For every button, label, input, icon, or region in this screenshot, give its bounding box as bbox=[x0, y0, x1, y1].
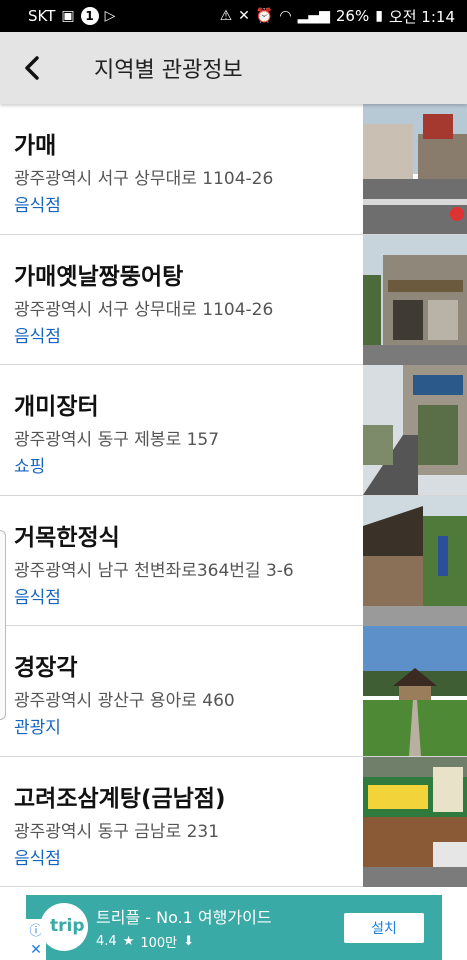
place-thumbnail bbox=[363, 495, 467, 626]
place-name: 고려조삼계탕(금남점) bbox=[14, 785, 226, 812]
list-item[interactable]: 개미장터 광주광역시 동구 제봉로 157 쇼핑 bbox=[0, 365, 467, 496]
place-name: 개미장터 bbox=[14, 394, 99, 420]
place-address: 광주광역시 서구 상무대로 1104-26 bbox=[14, 299, 274, 320]
alarm-icon: ⏰ bbox=[255, 8, 274, 24]
ad-meta: 4.4 ★ 100만 ⬇ bbox=[96, 932, 194, 951]
ad-rating: 4.4 bbox=[96, 934, 117, 949]
place-category: 관광지 bbox=[14, 718, 61, 738]
status-right: ⚠ ✕ ⏰ ◠ ▂▄▆ 26% ▮ 오전 1:14 bbox=[220, 6, 455, 27]
mute-icon: ✕ bbox=[238, 8, 250, 24]
page-title: 지역별 관광정보 bbox=[94, 58, 243, 83]
place-address: 광주광역시 동구 금남로 231 bbox=[14, 821, 220, 842]
install-button[interactable]: 설치 bbox=[344, 913, 424, 943]
list-item[interactable]: 가매옛날짱뚱어탕 광주광역시 서구 상무대로 1104-26 음식점 bbox=[0, 234, 467, 365]
ad-downloads: 100만 bbox=[140, 936, 178, 951]
place-category: 음식점 bbox=[14, 326, 61, 347]
place-name: 경장각 bbox=[14, 655, 78, 681]
place-address: 광주광역시 동구 제봉로 157 bbox=[14, 430, 220, 450]
place-address: 광주광역시 서구 상무대로 1104-26 bbox=[14, 169, 274, 189]
list-item[interactable]: 거목한정식 광주광역시 남구 천변좌로364번길 3-6 음식점 bbox=[0, 495, 467, 626]
play-store-icon: ▷ bbox=[104, 8, 116, 24]
status-left: SKT ▣ 1 ▷ bbox=[28, 7, 115, 25]
place-list: 가매 광주광역시 서구 상무대로 1104-26 음식점 가매옛날짱뚱어탕 광주… bbox=[0, 104, 467, 887]
list-item[interactable]: 고려조삼계탕(금남점) 광주광역시 동구 금남로 231 음식점 bbox=[0, 756, 467, 887]
place-address: 광주광역시 광산구 용아로 460 bbox=[14, 691, 235, 711]
signal-icon: ▂▄▆ bbox=[297, 8, 330, 24]
battery-percent: 26% bbox=[335, 7, 370, 25]
side-drawer-handle[interactable] bbox=[0, 530, 6, 720]
place-thumbnail bbox=[363, 626, 467, 756]
gallery-icon: ▣ bbox=[61, 8, 75, 24]
wifi-icon: ◠ bbox=[279, 8, 292, 24]
place-thumbnail bbox=[363, 104, 467, 234]
ad-title: 트리플 - No.1 여행가이드 bbox=[96, 908, 272, 927]
notification-badge: 1 bbox=[80, 7, 99, 25]
close-icon[interactable]: ✕ bbox=[26, 939, 46, 960]
data-saver-icon: ⚠ bbox=[219, 8, 233, 24]
list-item[interactable]: 가매 광주광역시 서구 상무대로 1104-26 음식점 bbox=[0, 104, 467, 235]
place-category: 음식점 bbox=[14, 848, 61, 869]
ad-logo-text: trip bbox=[50, 916, 85, 936]
place-name: 거목한정식 bbox=[14, 524, 120, 551]
status-bar: SKT ▣ 1 ▷ ⚠ ✕ ⏰ ◠ ▂▄▆ 26% ▮ 오전 1:14 bbox=[0, 0, 467, 32]
place-thumbnail bbox=[363, 756, 467, 887]
place-thumbnail bbox=[363, 234, 467, 365]
place-address: 광주광역시 남구 천변좌로364번길 3-6 bbox=[14, 560, 294, 581]
star-icon: ★ bbox=[122, 934, 135, 949]
place-name: 가매 bbox=[14, 133, 57, 159]
battery-icon: ▮ bbox=[375, 8, 383, 24]
place-thumbnail bbox=[363, 365, 467, 495]
chevron-left-icon bbox=[25, 56, 39, 80]
place-category: 음식점 bbox=[14, 196, 61, 216]
app-bar: 지역별 관광정보 bbox=[0, 32, 467, 104]
clock: 오전 1:14 bbox=[388, 7, 455, 26]
list-item[interactable]: 경장각 광주광역시 광산구 용아로 460 관광지 bbox=[0, 626, 467, 757]
back-button[interactable] bbox=[0, 32, 64, 104]
place-category: 쇼핑 bbox=[14, 457, 46, 477]
download-icon: ⬇ bbox=[183, 934, 195, 949]
ad-banner[interactable]: ⓘ ✕ trip 트리플 - No.1 여행가이드 4.4 ★ 100만 ⬇ 설… bbox=[26, 895, 442, 960]
place-category: 음식점 bbox=[14, 587, 61, 608]
carrier-label: SKT bbox=[28, 7, 56, 25]
place-name: 가매옛날짱뚱어탕 bbox=[14, 263, 184, 290]
